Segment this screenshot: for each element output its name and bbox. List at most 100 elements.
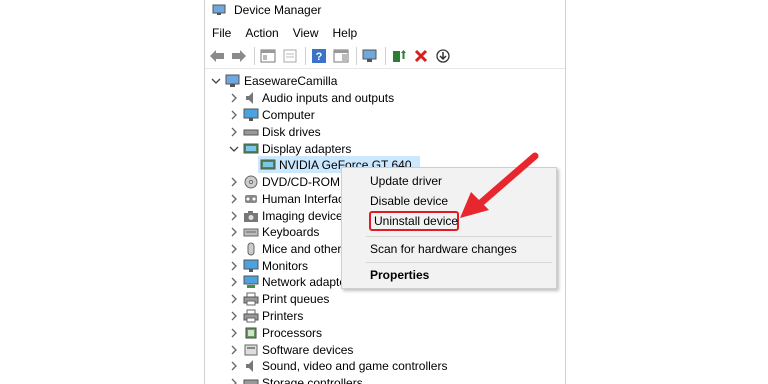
tree-item-monitors[interactable]: Monitors — [227, 257, 308, 274]
chevron-right-icon[interactable] — [227, 242, 241, 256]
tree-item-storage[interactable]: Storage controllers — [227, 374, 363, 384]
speaker-icon — [243, 91, 259, 105]
tree-item-print-queues[interactable]: Print queues — [227, 290, 329, 307]
toolbar-divider — [205, 68, 565, 69]
tree-item-label: Human Interface — [262, 191, 351, 206]
menu-action[interactable]: Action — [238, 26, 285, 40]
tree-item-processors[interactable]: Processors — [227, 324, 322, 341]
tree-item-label: Audio inputs and outputs — [262, 90, 395, 105]
menu-item-properties[interactable]: Properties — [370, 268, 429, 282]
toolbar-separator — [356, 47, 357, 65]
menu-item-update-driver[interactable]: Update driver — [370, 174, 442, 188]
chevron-down-icon[interactable] — [227, 142, 241, 156]
tree-item-label: Print queues — [262, 291, 330, 306]
tree-item-mice[interactable]: Mice and other p — [227, 240, 351, 257]
tree-item-label: DVD/CD-ROM d — [262, 174, 351, 189]
scan-hardware-icon[interactable] — [360, 46, 380, 66]
processor-icon — [243, 326, 259, 340]
show-hidden-icon[interactable] — [280, 46, 300, 66]
tree-item-label: Software devices — [262, 342, 354, 357]
tree-item-label: Storage controllers — [262, 375, 363, 384]
back-arrow-icon[interactable] — [207, 46, 227, 66]
chevron-right-icon[interactable] — [227, 259, 241, 273]
tree-item-computer[interactable]: Computer — [227, 106, 315, 123]
printer-icon — [243, 292, 259, 306]
svg-text:?: ? — [316, 51, 323, 63]
monitor-icon — [243, 108, 259, 122]
properties-pane-icon[interactable] — [258, 46, 278, 66]
tree-item-label: Printers — [262, 308, 304, 323]
tree-item-label: Computer — [262, 107, 315, 122]
chevron-down-icon[interactable] — [209, 74, 223, 88]
download-icon[interactable] — [433, 46, 453, 66]
action-pane-icon[interactable] — [331, 46, 351, 66]
device-manager-icon — [212, 4, 226, 16]
tree-item-dvd[interactable]: DVD/CD-ROM d — [227, 173, 350, 190]
chevron-right-icon[interactable] — [227, 275, 241, 289]
tree-item-sound-video[interactable]: Sound, video and game controllers — [227, 357, 447, 374]
printer-icon — [243, 309, 259, 323]
chevron-right-icon[interactable] — [227, 326, 241, 340]
chevron-right-icon[interactable] — [227, 225, 241, 239]
uninstall-x-icon[interactable] — [411, 46, 431, 66]
tree-item-disk-drives[interactable]: Disk drives — [227, 123, 321, 140]
tree-item-label: Keyboards — [262, 224, 320, 239]
computer-icon — [225, 74, 241, 88]
tree-item-label: Network adapte — [262, 274, 347, 289]
title-bar: Device Manager — [205, 0, 565, 20]
tree-item-human-interface[interactable]: Human Interface — [227, 190, 351, 207]
camera-icon — [243, 209, 259, 223]
chevron-right-icon[interactable] — [227, 376, 241, 384]
display-adapter-icon — [243, 142, 259, 156]
toolbar: ? — [205, 44, 455, 68]
menu-file[interactable]: File — [205, 26, 238, 40]
menu-separator — [366, 262, 552, 263]
network-adapter-icon — [243, 275, 259, 289]
tree-item-software-devices[interactable]: Software devices — [227, 341, 353, 358]
help-icon[interactable]: ? — [309, 46, 329, 66]
monitor-icon — [243, 259, 259, 273]
chevron-right-icon[interactable] — [227, 192, 241, 206]
storage-controller-icon — [243, 376, 259, 384]
tree-item-keyboards[interactable]: Keyboards — [227, 223, 319, 240]
chevron-right-icon[interactable] — [227, 309, 241, 323]
speaker-icon — [243, 359, 259, 373]
dvd-drive-icon — [243, 175, 259, 189]
menu-bar: File Action View Help — [205, 24, 364, 42]
chevron-right-icon[interactable] — [227, 209, 241, 223]
toolbar-separator — [385, 47, 386, 65]
tree-item-label: Monitors — [262, 258, 309, 273]
chevron-right-icon[interactable] — [227, 108, 241, 122]
tree-item-printers[interactable]: Printers — [227, 307, 303, 324]
human-interface-icon — [243, 192, 259, 206]
menu-item-scan-hardware[interactable]: Scan for hardware changes — [370, 242, 517, 256]
chevron-right-icon[interactable] — [227, 125, 241, 139]
software-device-icon — [243, 343, 259, 357]
toolbar-separator — [305, 47, 306, 65]
tree-item-label: Disk drives — [262, 124, 321, 139]
chevron-right-icon[interactable] — [227, 343, 241, 357]
tree-item-label: Processors — [262, 325, 323, 340]
chevron-right-icon[interactable] — [227, 91, 241, 105]
tree-item-audio[interactable]: Audio inputs and outputs — [227, 89, 394, 106]
update-driver-icon[interactable] — [389, 46, 409, 66]
menu-item-disable-device[interactable]: Disable device — [370, 194, 448, 208]
tree-item-display-adapters[interactable]: Display adapters — [227, 140, 351, 157]
tree-item-imaging[interactable]: Imaging devices — [227, 207, 349, 224]
toolbar-separator — [254, 47, 255, 65]
menu-help[interactable]: Help — [326, 26, 365, 40]
window-title: Device Manager — [234, 3, 322, 17]
menu-item-uninstall-device[interactable]: Uninstall device — [374, 214, 458, 228]
chevron-right-icon[interactable] — [227, 292, 241, 306]
forward-arrow-icon[interactable] — [229, 46, 249, 66]
tree-item-label: Sound, video and game controllers — [262, 358, 448, 373]
tree-root[interactable]: EasewareCamilla — [209, 72, 337, 89]
chevron-right-icon[interactable] — [227, 175, 241, 189]
tree-item-label: Imaging devices — [262, 208, 349, 223]
chevron-right-icon[interactable] — [227, 359, 241, 373]
tree-item-network[interactable]: Network adapte — [227, 273, 346, 290]
red-arrow-icon — [460, 152, 539, 218]
disk-drive-icon — [243, 125, 259, 139]
keyboard-icon — [243, 225, 259, 239]
menu-view[interactable]: View — [286, 26, 326, 40]
